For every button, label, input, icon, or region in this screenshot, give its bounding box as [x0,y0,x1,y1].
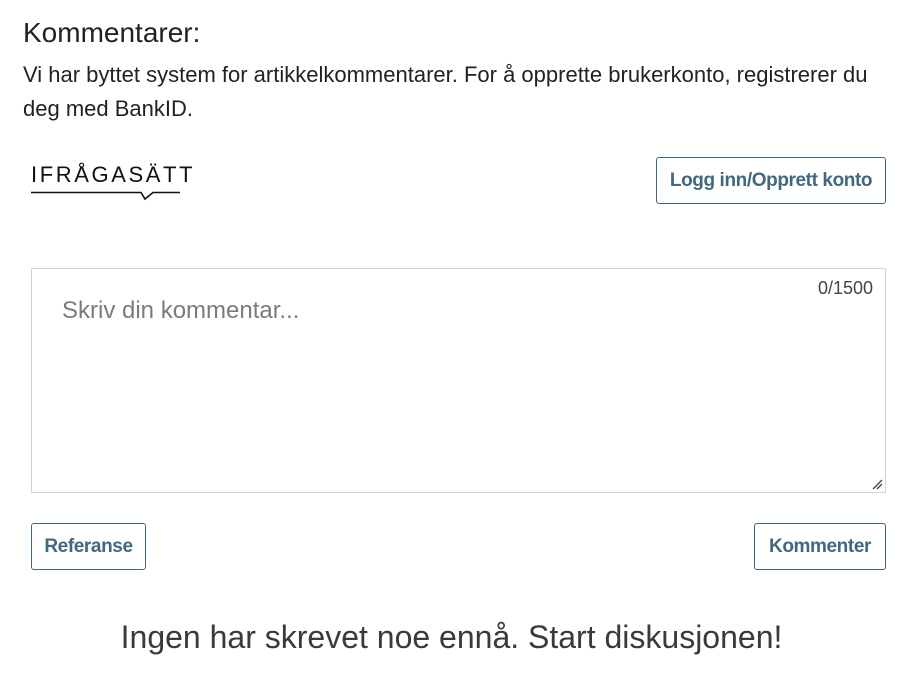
login-create-account-button[interactable]: Logg inn/Opprett konto [656,157,886,204]
comments-heading: Kommentarer: [23,17,201,48]
no-comments-message: Ingen har skrevet noe ennå. Start diskus… [120,619,783,655]
comments-intro-text: Vi har byttet system for artikkelkomment… [23,62,868,121]
comment-input-box: 0/1500 [31,268,886,493]
speech-bubble-underline-icon [31,191,180,201]
reference-button[interactable]: Referanse [31,523,146,570]
ifragasatt-logo: IFRÅGASÄTT [31,160,193,201]
resize-handle-icon[interactable] [871,478,883,490]
logo-wordmark: IFRÅGASÄTT [31,162,196,187]
submit-comment-button[interactable]: Kommenter [754,523,886,570]
character-counter: 0/1500 [817,278,873,298]
comment-textarea[interactable] [32,269,885,492]
